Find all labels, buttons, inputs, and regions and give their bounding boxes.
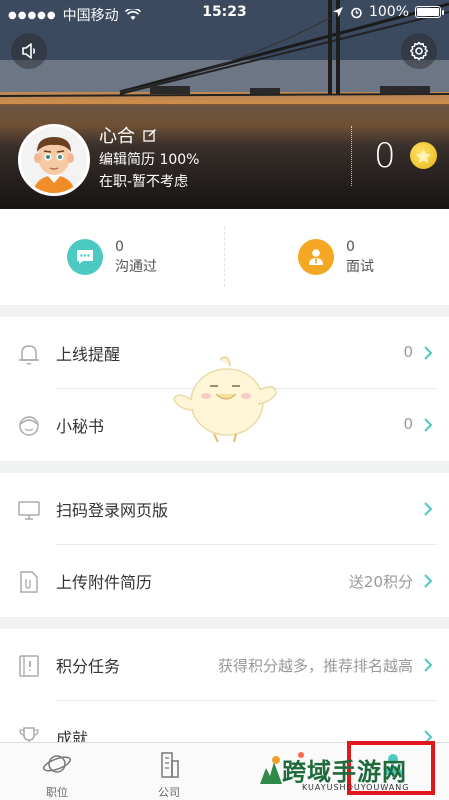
status-bar: ●●●●● 中国移动 15:23 100% bbox=[0, 0, 449, 26]
profile-screen: ●●●●● 中国移动 15:23 100% 心合 编辑简历 100% 在职-暂不… bbox=[0, 0, 449, 800]
building-icon bbox=[161, 752, 179, 778]
profile-header: ●●●●● 中国移动 15:23 100% 心合 编辑简历 100% 在职-暂不… bbox=[0, 0, 449, 209]
menu-item-value: 0 bbox=[403, 343, 413, 361]
speaker-icon bbox=[22, 43, 36, 59]
stats-panel: 0 沟通过 0 面试 bbox=[0, 209, 449, 305]
chevron-right-icon bbox=[424, 574, 433, 588]
watermark-subtitle: KUAYUSHOUYOUWANG bbox=[302, 783, 410, 792]
chevron-right-icon bbox=[424, 346, 433, 360]
header-divider bbox=[351, 126, 352, 186]
menu-group-tools: 扫码登录网页版 上传附件简历 送20积分 bbox=[0, 473, 449, 617]
attachment-document-icon bbox=[20, 571, 38, 593]
battery-percent: 100% bbox=[368, 4, 409, 20]
user-name: 心合 bbox=[99, 126, 135, 147]
tab-label: 公司 bbox=[158, 786, 180, 799]
resume-completeness[interactable]: 编辑简历 100% bbox=[99, 149, 199, 169]
settings-button[interactable] bbox=[401, 33, 437, 69]
menu-item-scan-login[interactable]: 扫码登录网页版 bbox=[0, 473, 449, 545]
location-arrow-icon bbox=[332, 7, 343, 17]
stat-count: 0 bbox=[115, 239, 124, 255]
menu-item-value: 0 bbox=[403, 415, 413, 433]
coin-count[interactable]: 0 bbox=[374, 136, 396, 176]
profile-name-row[interactable]: 心合 bbox=[99, 122, 157, 148]
stat-label: 沟通过 bbox=[115, 259, 157, 275]
tab-jobs[interactable]: 职位 bbox=[12, 743, 102, 800]
stat-communicated[interactable]: 0 沟通过 bbox=[67, 237, 157, 277]
menu-item-value: 获得积分越多，推荐排名越高 bbox=[217, 657, 413, 675]
planet-icon bbox=[42, 755, 72, 773]
watermark-title: 跨域手游网 bbox=[282, 757, 407, 786]
menu-item-value: 送20积分 bbox=[348, 573, 413, 591]
avatar[interactable] bbox=[18, 124, 90, 196]
avatar-boy-image bbox=[21, 127, 87, 193]
stat-label: 面试 bbox=[346, 259, 374, 275]
alarm-icon bbox=[351, 7, 362, 18]
stat-interview[interactable]: 0 面试 bbox=[298, 237, 374, 277]
tab-label: 职位 bbox=[46, 786, 68, 799]
bell-icon bbox=[19, 345, 39, 365]
battery-icon bbox=[415, 6, 444, 18]
menu-item-label: 上传附件简历 bbox=[56, 573, 153, 592]
menu-item-points-task[interactable]: 积分任务 获得积分越多，推荐排名越高 bbox=[0, 629, 449, 701]
task-book-icon bbox=[19, 655, 39, 677]
tab-companies[interactable]: 公司 bbox=[124, 743, 214, 800]
menu-item-upload-resume[interactable]: 上传附件简历 送20积分 bbox=[0, 545, 449, 617]
chevron-right-icon bbox=[424, 502, 433, 516]
chat-bubble-icon bbox=[67, 239, 103, 275]
watermark-logo: 跨域手游网 KUAYUSHOUYOUWANG bbox=[258, 748, 449, 798]
gear-icon bbox=[409, 41, 429, 61]
chevron-right-icon bbox=[424, 418, 433, 432]
menu-item-label: 积分任务 bbox=[56, 657, 121, 676]
menu-item-label: 扫码登录网页版 bbox=[56, 501, 169, 520]
coin-icon[interactable] bbox=[410, 142, 437, 169]
job-status[interactable]: 在职-暂不考虑 bbox=[99, 171, 188, 191]
stat-count: 0 bbox=[346, 239, 355, 255]
assistant-icon bbox=[19, 416, 39, 436]
watermark-icon bbox=[260, 756, 282, 784]
monitor-icon bbox=[18, 501, 40, 520]
interviewer-icon bbox=[298, 239, 334, 275]
chevron-right-icon bbox=[424, 658, 433, 672]
menu-item-label: 上线提醒 bbox=[56, 345, 121, 364]
voice-button[interactable] bbox=[11, 33, 47, 69]
menu-item-label: 小秘书 bbox=[56, 417, 105, 436]
mascot-chick-image bbox=[173, 356, 277, 443]
edit-icon[interactable] bbox=[143, 128, 157, 142]
